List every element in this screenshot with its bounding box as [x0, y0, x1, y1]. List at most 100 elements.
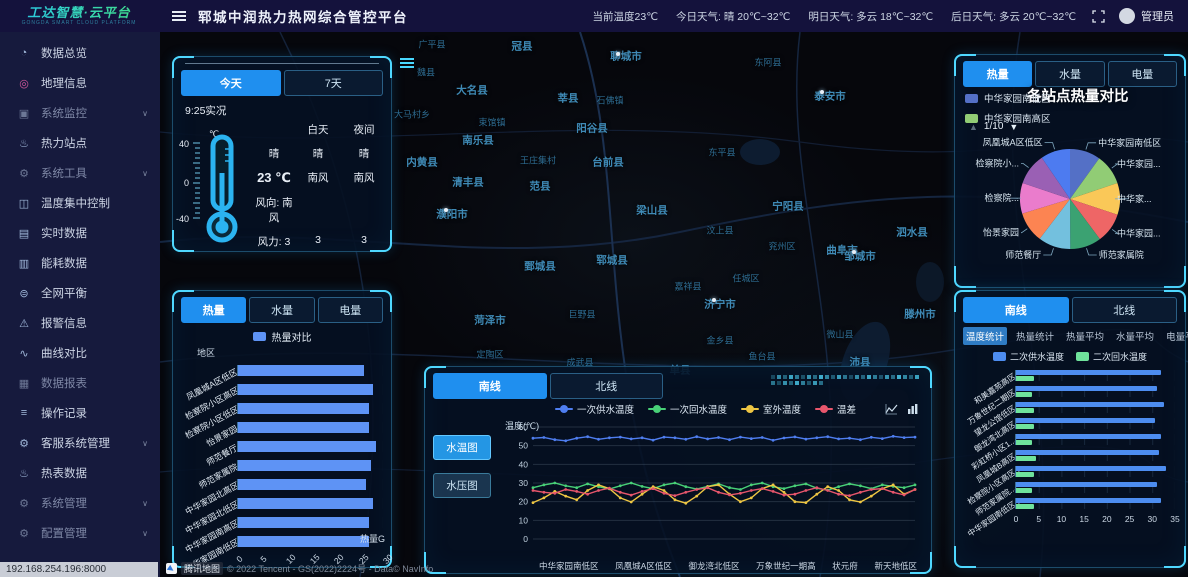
- sidebar-item-系统管理[interactable]: ⚙系统管理∨: [0, 488, 160, 518]
- datazoom-cell: [861, 375, 865, 379]
- panel-toggle-icon[interactable]: [398, 56, 416, 70]
- legend-swatch: [993, 352, 1006, 361]
- sidebar-item-数据报表[interactable]: ▦数据报表: [0, 368, 160, 398]
- x-axis: 05101520253035: [1016, 514, 1175, 528]
- bar-chart-toggle-icon[interactable]: [906, 403, 919, 415]
- sidebar-collapse-icon[interactable]: [172, 10, 188, 22]
- sidebar-item-温度集中控制[interactable]: ◫温度集中控制: [0, 188, 160, 218]
- bar-track: [1015, 482, 1175, 493]
- sidebar-item-客服系统管理[interactable]: ⚙客服系统管理∨: [0, 428, 160, 458]
- sidebar-item-实时数据[interactable]: ▤实时数据: [0, 218, 160, 248]
- datazoom-cell: [807, 381, 811, 385]
- sidebar-item-能耗数据[interactable]: ▥能耗数据: [0, 248, 160, 278]
- sidebar-item-报警信息[interactable]: ⚠报警信息: [0, 308, 160, 338]
- tab-电量[interactable]: 电量: [1108, 61, 1177, 87]
- tab-热量[interactable]: 热量: [963, 61, 1032, 87]
- legend-label: 二次供水温度: [1010, 350, 1064, 363]
- tab-北线[interactable]: 北线: [1072, 297, 1178, 323]
- legend-item-一次供水温度[interactable]: 一次供水温度: [555, 402, 634, 416]
- data-point: [553, 492, 556, 495]
- sidebar-item-操作记录[interactable]: ≡操作记录: [0, 398, 160, 428]
- fullscreen-icon[interactable]: [1092, 10, 1105, 23]
- sidebar-item-全网平衡[interactable]: ⊜ 全网平衡: [0, 278, 160, 308]
- data-point: [772, 490, 775, 493]
- map-place-label: 大名县: [456, 83, 488, 98]
- data-point: [706, 486, 709, 489]
- tab-南线[interactable]: 南线: [963, 297, 1069, 323]
- data-point: [564, 439, 567, 442]
- legend-item-温差[interactable]: 温差: [815, 402, 856, 416]
- sidebar-item-label: 热力站点: [41, 135, 87, 151]
- data-point: [837, 489, 840, 492]
- tab-南线[interactable]: 南线: [433, 373, 547, 399]
- datazoom-cell: [771, 375, 775, 379]
- legend-item-一次回水温度[interactable]: 一次回水温度: [648, 402, 727, 416]
- button-水压图[interactable]: 水压图: [433, 473, 491, 498]
- legend-item-室外温度[interactable]: 室外温度: [741, 402, 801, 416]
- x-tick: 0: [1014, 514, 1019, 524]
- data-point: [815, 486, 818, 489]
- pie-slice-label: 中华家...: [1117, 193, 1152, 204]
- bar-legend[interactable]: 热量对比: [173, 329, 391, 344]
- pager-down-icon[interactable]: ▼: [1009, 122, 1018, 132]
- bar-二次回水温度: [1016, 440, 1032, 445]
- weather-tabs: 今天7天: [173, 64, 391, 100]
- bar-track: [237, 460, 383, 471]
- map-place-label: 滕州市: [904, 307, 936, 322]
- header-weather-item: 后日天气: 多云 20℃~32℃: [951, 9, 1076, 24]
- legend-label: 中华家园南低区: [984, 91, 1051, 105]
- subtab-电量平均[interactable]: 电量平均: [1163, 327, 1188, 345]
- tab-热量[interactable]: 热量: [181, 297, 246, 323]
- sidebar-item-曲线对比[interactable]: ∿曲线对比: [0, 338, 160, 368]
- pager-up-icon[interactable]: ▲: [969, 122, 978, 132]
- x-tick: 20: [1102, 514, 1111, 524]
- legend-item-二次供水温度[interactable]: 二次供水温度: [993, 350, 1064, 363]
- avatar[interactable]: [1119, 8, 1135, 24]
- data-point: [564, 484, 567, 487]
- data-point: [848, 498, 851, 501]
- tab-7天[interactable]: 7天: [284, 70, 384, 96]
- subtab-水量平均[interactable]: 水量平均: [1113, 327, 1157, 345]
- pie-callout-line: [1045, 143, 1055, 150]
- y-tick: 0: [523, 534, 528, 544]
- tab-今天[interactable]: 今天: [181, 70, 281, 96]
- subtab-热量平均[interactable]: 热量平均: [1063, 327, 1107, 345]
- x-tick: 25: [1125, 514, 1134, 524]
- data-point: [543, 436, 546, 439]
- tab-水量[interactable]: 水量: [1035, 61, 1104, 87]
- bar-二次供水温度: [1016, 386, 1157, 391]
- sidebar-item-热力站点[interactable]: ♨热力站点: [0, 128, 160, 158]
- sidebar-item-系统监控[interactable]: ▣系统监控∨: [0, 98, 160, 128]
- map-place-label: 定陶区: [476, 348, 503, 361]
- grouped-bar-row: 和美嘉苑高区: [959, 367, 1175, 383]
- subtab-温度统计[interactable]: 温度统计: [963, 327, 1007, 345]
- datazoom-cell: [801, 381, 805, 385]
- line-chart-toggle-icon[interactable]: [885, 403, 898, 415]
- sidebar-item-label: 全网平衡: [41, 285, 87, 301]
- data-point: [630, 438, 633, 441]
- sidebar-item-系统工具[interactable]: ⚙系统工具∨: [0, 158, 160, 188]
- system-icon: ⚙: [16, 497, 32, 510]
- sidebar-item-label: 数据报表: [41, 375, 87, 391]
- x-category-label: 御龙湾北低区: [688, 560, 739, 572]
- map-place-label: 泗水县: [896, 225, 928, 240]
- sidebar-item-热表数据[interactable]: ♨热表数据: [0, 458, 160, 488]
- map-area[interactable]: 广平县冠县聊城市东阿县魏县大名县莘县石佛镇泰安市大马村乡束馆镇阳谷县南乐县东平县…: [160, 32, 1188, 577]
- data-point: [837, 493, 840, 496]
- subtab-热量统计[interactable]: 热量统计: [1013, 327, 1057, 345]
- tab-水量[interactable]: 水量: [249, 297, 314, 323]
- pie-legend-item[interactable]: 中华家园南低区: [965, 91, 1051, 105]
- bar-二次供水温度: [1016, 482, 1157, 487]
- sidebar-item-配置管理[interactable]: ⚙配置管理∨: [0, 518, 160, 548]
- balance-icon: ⊜: [16, 287, 32, 300]
- sidebar-item-数据总览[interactable]: ◔数据总览: [0, 38, 160, 68]
- sidebar-item-地理信息[interactable]: ◎地理信息: [0, 68, 160, 98]
- bar: [238, 422, 369, 433]
- map-place-label: 广平县: [418, 38, 445, 51]
- weather-power-day: 3: [295, 234, 341, 249]
- legend-item-二次回水温度[interactable]: 二次回水温度: [1076, 350, 1147, 363]
- datazoom-strip[interactable]: [771, 375, 921, 385]
- button-水温图[interactable]: 水温图: [433, 435, 491, 460]
- tab-电量[interactable]: 电量: [318, 297, 383, 323]
- tab-北线[interactable]: 北线: [550, 373, 664, 399]
